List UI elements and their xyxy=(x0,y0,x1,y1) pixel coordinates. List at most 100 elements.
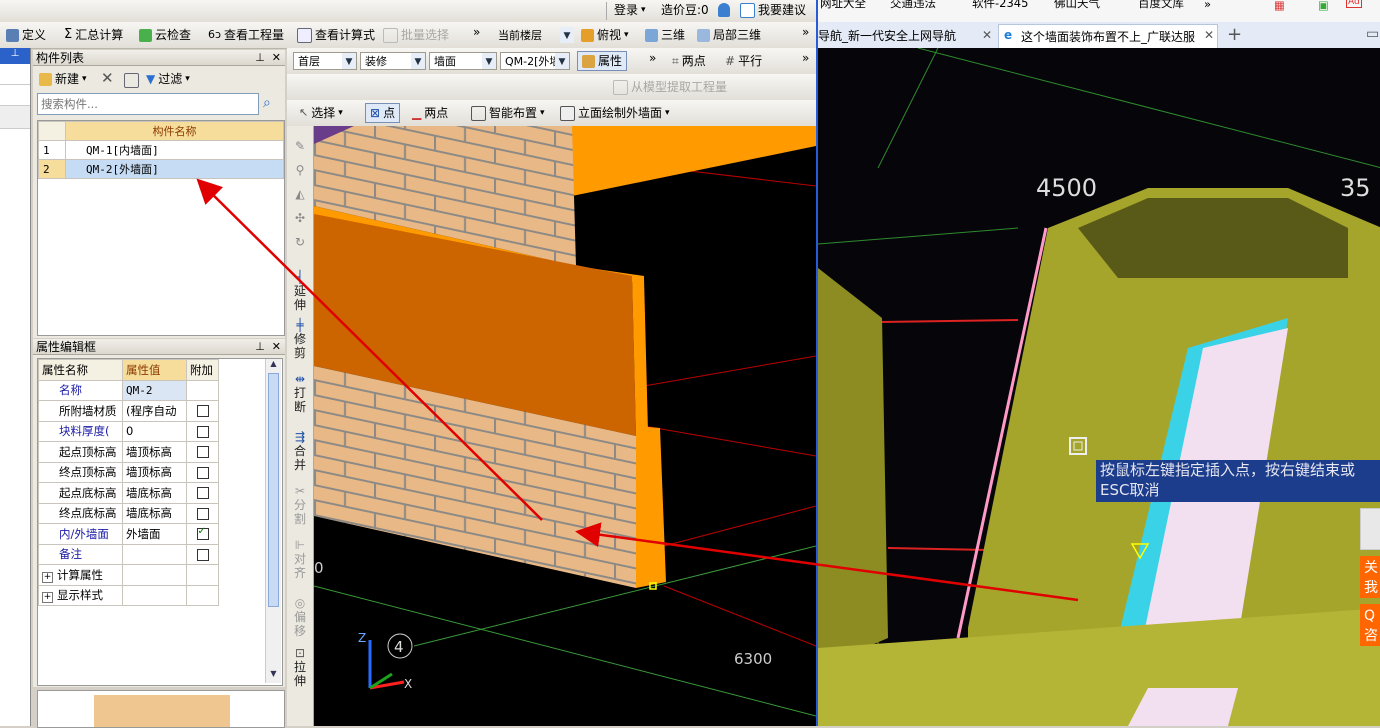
smart-layout-button[interactable]: 智能布置 ▾ xyxy=(471,103,545,123)
batch-select-button[interactable]: 批量选择 xyxy=(383,25,449,45)
component-search-input[interactable] xyxy=(37,93,259,115)
table-row[interactable]: 1 QM-1[内墙面] xyxy=(38,140,284,160)
select-tool-button[interactable]: ↖ 选择 ▾ xyxy=(299,103,343,123)
property-value-cell[interactable]: QM-2 xyxy=(122,379,187,401)
align-tool[interactable]: ⊩ 对齐 xyxy=(289,538,311,580)
property-row[interactable]: 终点底标高 墙底标高 xyxy=(38,502,219,524)
bookmark-item[interactable]: 百度文库 xyxy=(1138,0,1184,11)
property-value-cell[interactable]: 墙底标高 xyxy=(122,482,187,504)
cloud-check-button[interactable]: 云检查 xyxy=(139,25,191,45)
floor-dropdown[interactable]: 当前楼层 ▼ xyxy=(493,26,575,44)
table-row-selected[interactable]: 2 QM-2[外墙面] xyxy=(38,159,284,179)
property-value-cell[interactable] xyxy=(122,564,187,586)
property-value-cell[interactable]: 外墙面 xyxy=(122,523,187,545)
panel-pin-close-icon[interactable]: ⊥ ✕ xyxy=(255,50,281,66)
property-row[interactable]: 块料厚度(0 xyxy=(38,420,219,442)
browser-tab[interactable]: 导航_新一代安全上网导航 xyxy=(818,24,996,48)
filter-button[interactable]: ▼ 过滤 ▾ xyxy=(146,69,190,89)
attach-checkbox[interactable] xyxy=(196,446,209,459)
close-icon[interactable]: ✕ xyxy=(1204,28,1214,42)
adblock-icon[interactable]: Ad xyxy=(1346,0,1362,8)
toolbar-overflow-icon[interactable]: » xyxy=(649,51,656,65)
new-component-button[interactable]: 新建 ▾ xyxy=(39,69,87,89)
property-row[interactable]: + 显示样式 xyxy=(38,584,219,606)
attention-side-button[interactable]: 关我 xyxy=(1360,556,1380,598)
attach-checkbox[interactable] xyxy=(196,466,209,479)
sum-button[interactable]: Σ 汇总计算 xyxy=(64,25,123,45)
3d-viewport[interactable]: 0 6300 4 Z X xyxy=(314,126,816,726)
consult-side-button[interactable]: Q咨 xyxy=(1360,604,1380,646)
property-value-cell[interactable]: (程序自动 xyxy=(122,400,187,422)
property-row[interactable]: + 计算属性 xyxy=(38,564,219,586)
property-value-cell[interactable]: 墙顶标高 xyxy=(122,461,187,483)
property-row[interactable]: 起点顶标高 墙顶标高 xyxy=(38,441,219,463)
view-formula-button[interactable]: 查看计算式 xyxy=(297,25,375,45)
property-row[interactable]: 备注 xyxy=(38,543,219,565)
search-icon[interactable]: ⌕ xyxy=(263,95,271,111)
copy-icon[interactable] xyxy=(124,73,139,88)
new-tab-icon[interactable]: + xyxy=(1227,24,1242,45)
browser-tab-active[interactable]: 这个墙面装饰布置不上_广联达服 xyxy=(998,24,1218,48)
define-button[interactable]: 定义 xyxy=(6,25,46,45)
component-name-header[interactable]: 构件名称 xyxy=(65,121,284,141)
property-row[interactable]: 名称 QM-2 xyxy=(38,379,219,401)
property-scrollbar[interactable]: ▲ ▼ xyxy=(265,359,281,683)
property-row[interactable]: 所附墙材质 (程序自动 xyxy=(38,400,219,422)
floor-select[interactable]: 首层 ▼ xyxy=(293,52,357,70)
stretch-tool[interactable]: ⊡ 拉伸 xyxy=(289,646,311,688)
left-edge-pin-icon[interactable]: ⊥ xyxy=(0,48,30,64)
login-menu[interactable]: 登录 ▾ xyxy=(614,0,646,20)
bookmark-item[interactable]: 软件-2345 xyxy=(972,0,1028,11)
component-name-cell[interactable]: QM-2[外墙面] xyxy=(65,159,284,179)
toolbar-overflow-icon-2[interactable]: » xyxy=(802,51,809,65)
component-name-cell[interactable]: QM-1[内墙面] xyxy=(65,140,284,160)
bell-icon[interactable] xyxy=(718,3,730,17)
property-row[interactable]: 终点顶标高 墙顶标高 xyxy=(38,461,219,483)
two-point-axis-button[interactable]: ⌗ 两点 xyxy=(672,51,706,71)
property-row[interactable]: 内/外墙面 外墙面 xyxy=(38,523,219,545)
beans-counter[interactable]: 造价豆:0 xyxy=(661,0,709,20)
restore-tab-icon[interactable]: ▭ xyxy=(1366,26,1379,42)
apps-icon[interactable]: ▦ xyxy=(1274,0,1285,12)
attach-checkbox[interactable] xyxy=(196,526,209,541)
property-row[interactable]: 起点底标高 墙底标高 xyxy=(38,482,219,504)
property-value-cell[interactable]: 墙顶标高 xyxy=(122,441,187,463)
delete-icon[interactable]: ✕ xyxy=(101,69,114,87)
attach-checkbox[interactable] xyxy=(196,507,209,520)
scroll-up-icon[interactable]: ▲ xyxy=(266,359,281,373)
point-tool-button[interactable]: ⊠ 点 xyxy=(365,103,401,123)
scroll-thumb[interactable] xyxy=(268,373,279,607)
expand-plus-icon[interactable]: + xyxy=(42,592,53,604)
view-mode-button[interactable]: 俯视 ▾ xyxy=(581,25,629,45)
type-select[interactable]: 墙面 ▼ xyxy=(429,52,497,70)
toolbar-overflow-icon[interactable]: » xyxy=(473,25,480,39)
bookmark-item[interactable]: 佛山天气 xyxy=(1054,0,1100,11)
close-icon[interactable]: ✕ xyxy=(982,28,992,42)
extend-tool[interactable]: ┤ 延伸 xyxy=(289,270,311,312)
extract-quantity-button[interactable]: 从模型提取工程量 xyxy=(613,77,727,97)
local-3d-button[interactable]: 局部三维 xyxy=(697,25,761,45)
suggest-button[interactable]: 我要建议 xyxy=(740,0,806,20)
toolbar-overflow-icon-2[interactable]: » xyxy=(802,25,809,39)
panel-pin-close-icon[interactable]: ⊥ ✕ xyxy=(255,339,281,355)
three-d-button[interactable]: 三维 xyxy=(645,25,685,45)
offset-tool[interactable]: ◎ 偏移 xyxy=(289,596,311,638)
property-value-cell[interactable] xyxy=(122,584,187,606)
mail-icon[interactable]: ▣ xyxy=(1318,0,1329,12)
view-project-button[interactable]: 6ɔ 查看工程量 xyxy=(208,25,284,45)
attach-checkbox[interactable] xyxy=(196,487,209,500)
two-point-tool-button[interactable]: ▁ 两点 xyxy=(412,103,448,123)
component-select[interactable]: QM-2[外墙 ▼ xyxy=(500,52,570,70)
scroll-down-icon[interactable]: ▼ xyxy=(266,669,281,683)
attach-checkbox[interactable] xyxy=(196,425,209,438)
break-tool[interactable]: ⇹ 打断 xyxy=(289,372,311,414)
trim-tool[interactable]: ╪ 修剪 xyxy=(289,318,311,360)
property-value-cell[interactable] xyxy=(122,543,187,565)
property-button[interactable]: 属性 xyxy=(577,51,628,71)
bookmark-item[interactable]: 网址大全 xyxy=(820,0,866,11)
merge-tool[interactable]: ⇶ 合并 xyxy=(289,430,311,472)
feedback-side-button[interactable] xyxy=(1360,508,1380,550)
attach-checkbox[interactable] xyxy=(196,548,209,561)
attach-checkbox[interactable] xyxy=(196,405,209,418)
elevation-draw-button[interactable]: 立面绘制外墙面 ▾ xyxy=(560,103,670,123)
